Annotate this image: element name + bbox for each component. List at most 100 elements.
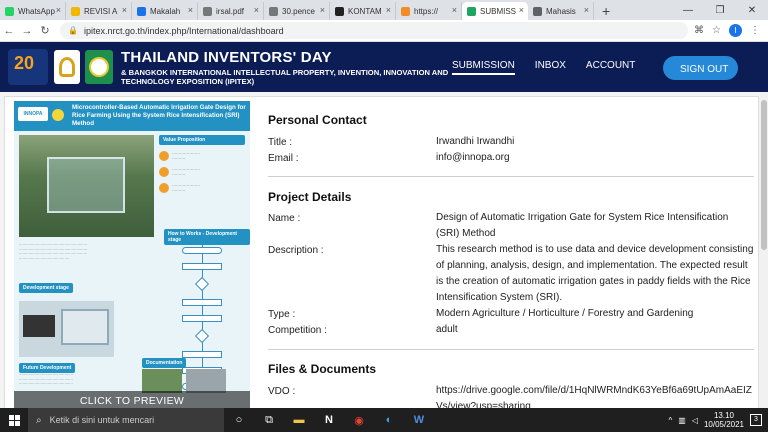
taskbar-search[interactable]: ⌕ Ketik di sini untuk mencari	[28, 408, 224, 432]
task-view-icon[interactable]: ⧉	[254, 408, 284, 432]
site-title: THAILAND INVENTORS' DAY	[121, 48, 332, 66]
site-subtitle: & BANGKOK INTERNATIONAL INTELLECTUAL PRO…	[121, 67, 449, 86]
vdo-label: VDO :	[268, 386, 296, 397]
tab-close-icon[interactable]: ×	[122, 5, 127, 15]
tab-favicon-icon	[335, 6, 344, 16]
tab-close-icon[interactable]: ×	[584, 5, 589, 15]
browser-tab[interactable]: irsal.pdf ×	[198, 2, 264, 20]
tab-close-icon[interactable]: ×	[56, 5, 61, 15]
url-field[interactable]: 🔒 ipitex.nrct.go.th/index.php/Internatio…	[60, 22, 689, 39]
email-label: Email :	[268, 153, 299, 164]
main-menu: SUBMISSION INBOX ACCOUNT	[452, 60, 655, 75]
clock-date: 10/05/2021	[703, 420, 744, 429]
tab-label: REVISI A	[84, 6, 118, 16]
tab-close-icon[interactable]: ×	[254, 5, 259, 15]
anniversary-logo	[85, 50, 113, 84]
tab-label: WhatsApp	[18, 6, 55, 16]
clock[interactable]: 13.10 10/05/2021	[704, 411, 744, 429]
taskbar: ⌕ Ketik di sini untuk mencari ○ ⧉ ▬ N ◉ …	[0, 408, 768, 432]
profile-avatar[interactable]: I	[729, 24, 742, 37]
network-icon[interactable]: ▥	[678, 416, 686, 425]
click-to-preview-button[interactable]: CLICK TO PREVIEW	[14, 391, 250, 408]
documentation-heading: Documentation	[142, 358, 187, 368]
tab-label: irsal.pdf	[216, 6, 245, 16]
notion-icon[interactable]: N	[314, 408, 344, 432]
window-controls: — ❐ ✕	[672, 0, 768, 20]
development-stage-heading: Development stage	[19, 283, 73, 293]
page-scrollbar[interactable]	[760, 92, 768, 408]
search-icon: ⌕	[36, 414, 42, 426]
poster-thumbnail[interactable]: INNOPA Microcontroller-Based Automatic I…	[14, 101, 250, 408]
menu-submission[interactable]: SUBMISSION	[452, 60, 515, 75]
tab-label: KONTAM	[348, 6, 382, 16]
value-proposition: Value Proposition ····················· ·…	[159, 135, 245, 221]
volume-icon[interactable]: ◁	[692, 416, 698, 425]
divider	[268, 349, 754, 350]
tab-close-icon[interactable]: ×	[519, 5, 524, 15]
minimize-icon[interactable]: —	[672, 5, 704, 16]
maximize-icon[interactable]: ❐	[704, 5, 736, 16]
tab-close-icon[interactable]: ×	[452, 5, 457, 15]
tab-favicon-icon	[203, 6, 212, 16]
future-development-text: ········································…	[19, 373, 73, 386]
windows-start-icon[interactable]	[0, 408, 28, 432]
poster-org-logo: INNOPA	[18, 107, 48, 121]
email-value: info@innopa.org	[436, 152, 510, 163]
tray-chevron-icon[interactable]: ^	[668, 416, 672, 425]
type-value: Modern Agriculture / Horticulture / Fore…	[436, 308, 694, 319]
type-label: Type :	[268, 309, 296, 320]
title-label: Title :	[268, 137, 293, 148]
tab-favicon-icon	[5, 6, 14, 16]
sign-out-button[interactable]: SIGN OUT	[663, 56, 738, 80]
poster-title: Microcontroller-Based Automatic Irrigati…	[72, 104, 246, 127]
notification-icon[interactable]: 3	[750, 414, 762, 426]
development-photo	[19, 301, 114, 357]
tab-label: 30.pence	[282, 6, 315, 16]
new-tab-button[interactable]: +	[594, 2, 618, 20]
browser-tab[interactable]: REVISI A ×	[66, 2, 132, 20]
chrome-icon[interactable]: ◉	[344, 408, 374, 432]
tab-close-icon[interactable]: ×	[188, 5, 193, 15]
bookmark-star-icon[interactable]: ☆	[712, 25, 721, 36]
browser-tab[interactable]: Makalah ×	[132, 2, 198, 20]
file-explorer-icon[interactable]: ▬	[284, 408, 314, 432]
cortana-icon[interactable]: ○	[224, 408, 254, 432]
vdo-link[interactable]: https://drive.google.com/file/d/1HqNlWRM…	[436, 383, 754, 408]
back-icon[interactable]: ←	[0, 25, 18, 37]
poster-header: INNOPA Microcontroller-Based Automatic I…	[14, 101, 250, 131]
competition-label: Competition :	[268, 325, 327, 336]
browser-tab[interactable]: SUBMISS ×	[462, 2, 528, 20]
poster-field-photo	[19, 135, 154, 237]
word-icon[interactable]: W	[404, 408, 434, 432]
files-documents-heading: Files & Documents	[268, 362, 377, 376]
tab-close-icon[interactable]: ×	[320, 5, 325, 15]
tab-close-icon[interactable]: ×	[386, 5, 391, 15]
menu-account[interactable]: ACCOUNT	[586, 60, 635, 75]
taskbar-search-placeholder: Ketik di sini untuk mencari	[49, 415, 155, 425]
browser-menu-icon[interactable]: ⋮	[750, 25, 760, 36]
documentation-photo-1	[142, 369, 182, 393]
reload-icon[interactable]: ↻	[36, 24, 54, 37]
menu-inbox[interactable]: INBOX	[535, 60, 566, 75]
edge-icon[interactable]: ◐	[374, 408, 404, 432]
tab-label: Makalah	[150, 6, 181, 16]
browser-tab[interactable]: 30.pence ×	[264, 2, 330, 20]
close-window-icon[interactable]: ✕	[736, 5, 768, 16]
description-label: Description :	[268, 245, 324, 256]
tab-label: https://	[414, 6, 439, 16]
browser-tab[interactable]: KONTAM ×	[330, 2, 396, 20]
poster-body-text: ········································…	[19, 243, 88, 261]
documentation-photo-2	[186, 369, 226, 393]
lightbulb-icon	[52, 109, 64, 121]
nrct-logo	[54, 50, 80, 84]
browser-tab[interactable]: WhatsApp ×	[0, 2, 66, 20]
browser-tab[interactable]: https:// ×	[396, 2, 462, 20]
name-label: Name :	[268, 213, 301, 224]
url-text: ipitex.nrct.go.th/index.php/Internationa…	[83, 25, 284, 36]
translate-icon[interactable]: ⌘	[694, 25, 704, 36]
tab-favicon-icon	[467, 6, 476, 16]
address-bar: ← → ↻ 🔒 ipitex.nrct.go.th/index.php/Inte…	[0, 20, 768, 42]
forward-icon[interactable]: →	[18, 25, 36, 37]
tab-label: SUBMISS	[480, 6, 517, 16]
browser-tab[interactable]: Mahasis ×	[528, 2, 594, 20]
